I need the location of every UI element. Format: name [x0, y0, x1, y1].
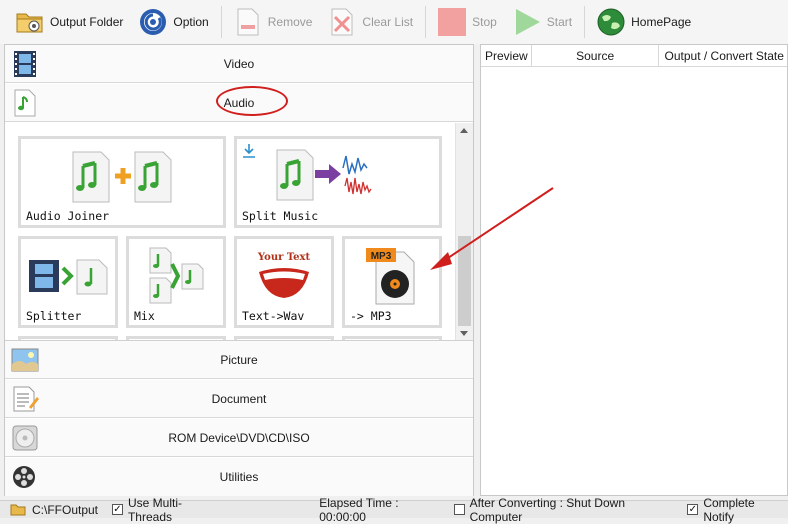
output-folder-label: Output Folder — [50, 15, 124, 29]
clear-list-button[interactable]: Clear List — [322, 4, 417, 40]
document-icon — [10, 384, 40, 414]
splitter-icon — [21, 245, 115, 307]
scroll-down-arrow-icon[interactable] — [460, 331, 468, 336]
music-note-icon — [10, 88, 40, 118]
split-music-icon — [237, 145, 439, 207]
file-list-header: Preview Source Output / Convert State — [481, 45, 787, 67]
mix-label: Mix — [134, 309, 155, 323]
folder-icon — [14, 6, 46, 38]
your-text-label: Your Text — [257, 252, 311, 263]
after-converting-checkbox[interactable] — [453, 504, 465, 515]
annotation-arrow — [430, 187, 554, 270]
picture-icon — [10, 345, 40, 375]
annotation-ellipse — [216, 86, 288, 116]
option-button[interactable]: Option — [133, 4, 212, 40]
audio-joiner-icon — [21, 145, 223, 207]
scroll-up-arrow-icon[interactable] — [460, 128, 468, 133]
complete-notify-checkbox[interactable]: ✓ — [687, 504, 699, 515]
mix-tile[interactable]: Mix — [126, 236, 226, 328]
category-rom-device-label: ROM Device\DVD\CD\ISO — [168, 430, 310, 445]
remove-button[interactable]: Remove — [228, 4, 317, 40]
split-music-label: Split Music — [242, 209, 319, 223]
clear-list-label: Clear List — [362, 15, 414, 29]
toolbar: Output Folder Option Remove Clear List S… — [0, 0, 788, 44]
film-strip-icon — [10, 49, 40, 79]
toolbar-separator — [220, 6, 222, 38]
start-button[interactable]: Start — [507, 4, 576, 40]
stop-icon — [436, 6, 468, 38]
output-folder-button[interactable]: Output Folder — [10, 4, 127, 40]
column-preview[interactable]: Preview — [481, 45, 532, 67]
toolbar-separator — [425, 6, 427, 38]
mp3-badge-label: MP3 — [371, 251, 392, 262]
category-rom-device[interactable]: ROM Device\DVD\CD\ISO — [5, 419, 473, 457]
to-mp3-label: -> MP3 — [350, 309, 392, 323]
text-to-wav-label: Text->Wav — [242, 309, 305, 323]
homepage-button[interactable]: HomePage — [591, 4, 695, 40]
audio-joiner-tile[interactable]: Audio Joiner — [18, 136, 226, 228]
stop-label: Stop — [472, 15, 497, 29]
multi-threads-checkbox[interactable]: ✓ — [112, 504, 123, 515]
start-play-icon — [511, 6, 543, 38]
elapsed-time: Elapsed Time : 00:00:00 — [319, 495, 399, 524]
stop-button[interactable]: Stop — [432, 4, 501, 40]
audio-tools-grid: Audio Joiner Split Music Splitter Mix Yo… — [5, 123, 473, 341]
column-output-state[interactable]: Output / Convert State — [659, 45, 787, 67]
homepage-label: HomePage — [631, 15, 692, 29]
clear-list-icon — [326, 6, 358, 38]
disc-drive-icon — [10, 423, 40, 453]
start-label: Start — [546, 15, 573, 29]
option-label: Option — [173, 15, 209, 29]
category-video-label: Video — [223, 56, 255, 71]
splitter-label: Splitter — [26, 309, 82, 323]
splitter-tile[interactable]: Splitter — [18, 236, 118, 328]
mix-icon — [129, 245, 223, 307]
globe-icon — [595, 6, 627, 38]
toolbar-separator — [584, 6, 586, 38]
split-music-tile[interactable]: Split Music — [234, 136, 442, 228]
category-document[interactable]: Document — [5, 380, 473, 418]
complete-notify-label: Complete Notify — [703, 495, 755, 524]
category-picture[interactable]: Picture — [5, 341, 473, 379]
remove-icon — [232, 6, 264, 38]
text-to-wav-icon: Your Text — [237, 245, 331, 307]
output-path[interactable]: C:\FFOutput — [32, 503, 98, 517]
text-to-wav-tile[interactable]: Your Text Text->Wav — [234, 236, 334, 328]
category-video[interactable]: Video — [5, 45, 473, 83]
category-picture-label: Picture — [220, 352, 258, 367]
option-gear-icon — [137, 6, 169, 38]
multi-threads-label: Use Multi-Threads — [127, 495, 182, 524]
status-bar: C:\FFOutput ✓ Use Multi-Threads Elapsed … — [0, 496, 788, 524]
column-source[interactable]: Source — [532, 45, 660, 67]
film-reel-icon — [10, 462, 40, 492]
remove-label: Remove — [267, 15, 313, 29]
folder-small-icon — [10, 503, 26, 516]
after-converting-label: After Converting : Shut Down Computer — [469, 495, 625, 524]
category-utilities-label: Utilities — [219, 470, 259, 484]
category-document-label: Document — [211, 391, 267, 406]
category-utilities[interactable]: Utilities — [5, 458, 473, 496]
audio-joiner-label: Audio Joiner — [26, 209, 110, 223]
category-panel: Video Audio Audio Joiner Split Music Spl… — [4, 44, 474, 496]
